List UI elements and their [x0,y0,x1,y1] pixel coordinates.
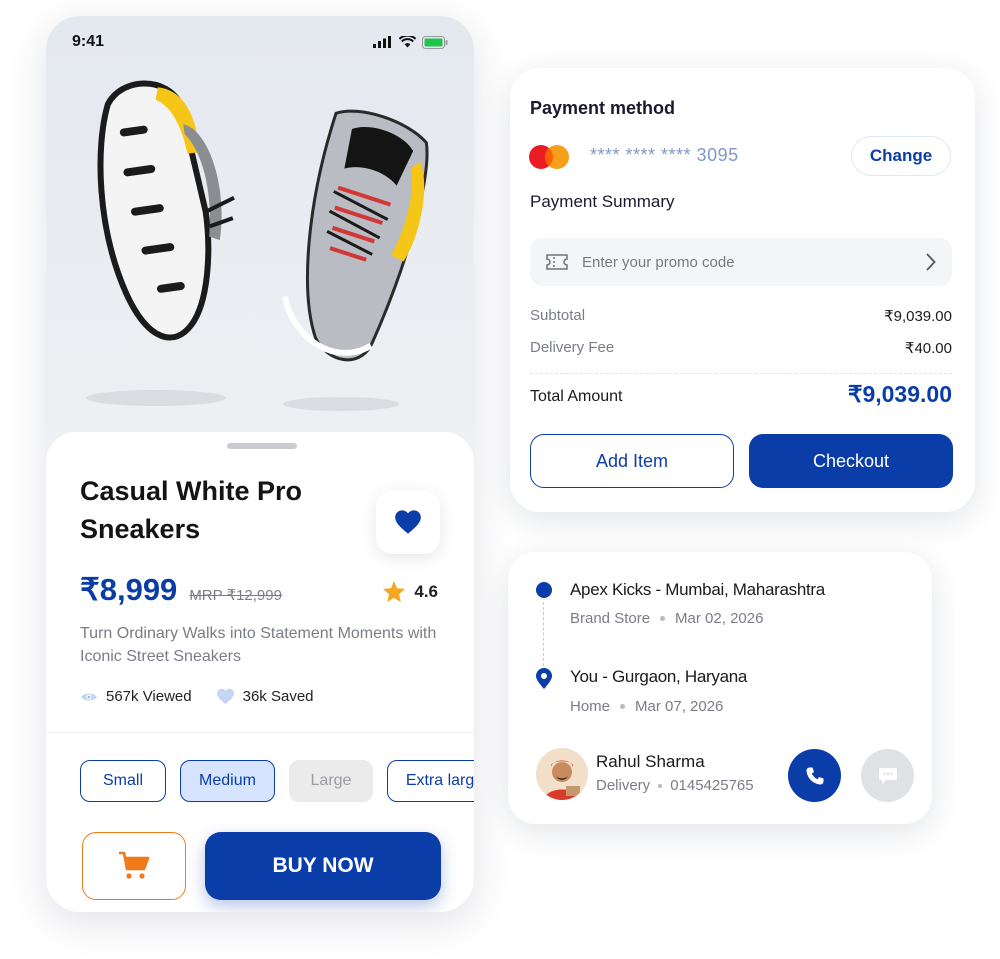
subtotal-row: Subtotal ₹9,039.00 [530,307,952,325]
route-line [543,602,544,666]
divider [46,732,474,733]
payment-card: Payment method **** **** **** 3095 Chang… [510,68,975,512]
subtotal-label: Subtotal [530,307,586,324]
separator-dot [660,616,666,621]
checkout-button[interactable]: Checkout [749,434,953,488]
total-amount-label: Total Amount [530,388,623,405]
driver-meta: Delivery 0145425765 [596,777,754,794]
product-price: ₹8,999 [80,572,178,607]
change-payment-button[interactable]: Change [851,136,951,176]
product-description: Turn Ordinary Walks into Statement Momen… [80,625,437,665]
call-driver-button[interactable] [788,749,841,802]
location-pin-icon [536,668,552,689]
product-details-sheet: Casual White Pro Sneakers ₹8,999 MRP ₹12… [46,432,474,912]
chevron-right-icon [926,253,936,271]
mastercard-logo-icon [529,145,569,169]
chat-icon [878,767,897,784]
saves-count: 36k Saved [242,688,314,705]
origin-dot-icon [536,582,552,598]
product-rating: 4.6 [382,580,438,603]
saves-stat: 36k Saved [216,688,314,705]
origin-meta: Brand Store Mar 02, 2026 [570,610,763,627]
origin-type: Brand Store [570,610,651,627]
total-amount-value: ₹9,039.00 [847,381,952,407]
payment-method-title: Payment method [530,98,676,118]
product-stats: 567k Viewed 36k Saved [80,688,314,705]
delivery-fee-label: Delivery Fee [530,339,615,356]
size-option-extra-large[interactable]: Extra large [387,760,474,802]
product-title: Casual White Pro Sneakers [80,476,303,544]
star-icon [383,581,406,602]
product-hero-image: 9:41 [46,16,474,456]
size-selector: Small Medium Large Extra large [80,760,474,802]
dashed-divider [530,373,952,374]
card-number: **** **** **** 3095 [590,145,739,165]
promo-placeholder: Enter your promo code [582,253,735,271]
destination-date: Mar 07, 2026 [635,698,724,715]
views-count: 567k Viewed [106,688,192,705]
subtotal-value: ₹9,039.00 [884,308,952,325]
destination-meta: Home Mar 07, 2026 [570,698,723,715]
chat-driver-button[interactable] [861,749,914,802]
product-mrp: MRP ₹12,999 [189,587,282,604]
cart-icon [119,851,150,879]
origin-date: Mar 02, 2026 [675,610,764,627]
delivery-fee-value: ₹40.00 [904,340,952,357]
eye-icon [81,693,97,700]
delivery-fee-row: Delivery Fee ₹40.00 [530,339,952,357]
payment-summary-title: Payment Summary [530,192,675,211]
delivery-tracking-card: Apex Kicks - Mumbai, Maharashtra Brand S… [508,552,932,824]
add-to-cart-button[interactable] [82,832,186,900]
rating-value: 4.6 [414,581,438,601]
separator-dot [658,783,663,788]
driver-phone: 0145425765 [670,777,754,794]
heart-icon [216,688,234,705]
size-option-large: Large [289,760,373,802]
driver-photo [536,748,588,800]
size-option-small[interactable]: Small [80,760,166,802]
driver-avatar [536,748,588,800]
price-row: ₹8,999 MRP ₹12,999 [80,572,282,608]
phone-icon [806,767,823,784]
product-phone-card: 9:41 Casual White Pro Sneakers ₹8,999 MR… [46,16,474,912]
views-stat: 567k Viewed [80,688,192,705]
promo-code-input[interactable]: Enter your promo code [530,238,952,286]
destination-type: Home [570,698,611,715]
ticket-icon [546,254,568,270]
destination-title: You - Gurgaon, Haryana [570,667,748,686]
separator-dot [620,704,626,709]
driver-name: Rahul Sharma [596,752,705,771]
sneakers-image [86,80,429,411]
favorite-button[interactable] [376,490,440,554]
driver-role: Delivery [596,777,651,794]
sheet-drag-handle[interactable] [227,443,297,449]
heart-icon [395,510,421,534]
size-option-medium[interactable]: Medium [180,760,275,802]
buy-now-button[interactable]: BUY NOW [205,832,441,900]
add-item-button[interactable]: Add Item [530,434,734,488]
origin-title: Apex Kicks - Mumbai, Maharashtra [570,580,825,599]
